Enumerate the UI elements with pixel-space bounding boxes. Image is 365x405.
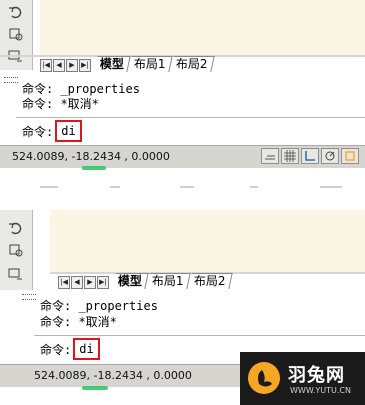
prev-tab-icon[interactable]: ◀	[71, 276, 83, 289]
command-input-row[interactable]: 命令: di	[40, 338, 100, 360]
next-tab-icon[interactable]: ▶	[66, 59, 78, 72]
zoom-realtime-icon[interactable]	[6, 26, 26, 42]
watermark-url: WWW.YUTU.CN	[290, 386, 351, 395]
watermark-name: 羽兔网	[288, 365, 345, 386]
tab-layout2[interactable]: 布局2	[187, 273, 232, 289]
command-window-grip[interactable]	[4, 77, 18, 83]
coordinate-readout: 524.0089, -18.2434 , 0.0000	[12, 150, 170, 163]
tab-layout1[interactable]: 布局1	[146, 273, 191, 289]
tab-layout1[interactable]: 布局1	[128, 56, 173, 72]
last-tab-icon[interactable]: ▶|	[79, 59, 91, 72]
coordinate-readout: 524.0089, -18.2434 , 0.0000	[34, 369, 192, 382]
command-prompt: 命令:	[40, 342, 72, 357]
command-window-grip[interactable]	[22, 294, 36, 300]
separator-noise	[40, 186, 360, 190]
first-tab-icon[interactable]: |◀	[58, 276, 70, 289]
command-input[interactable]: di	[73, 338, 100, 360]
drawing-canvas[interactable]	[50, 210, 365, 272]
tab-nav-buttons: |◀ ◀ ▶ ▶|	[58, 276, 110, 289]
command-window[interactable]: 命令: _properties 命令: *取消* 命令: di	[0, 75, 365, 145]
prev-tab-icon[interactable]: ◀	[53, 59, 65, 72]
grid-icon[interactable]	[281, 148, 299, 164]
tab-model[interactable]: 模型	[112, 273, 149, 289]
command-input-row[interactable]: 命令: di	[22, 120, 82, 142]
snap-icon[interactable]	[261, 148, 279, 164]
next-tab-icon[interactable]: ▶	[84, 276, 96, 289]
undo-icon[interactable]	[6, 220, 26, 236]
polar-icon[interactable]	[321, 148, 339, 164]
status-bar: 524.0089, -18.2434 , 0.0000	[0, 145, 365, 168]
command-history-line: 命令: *取消*	[40, 315, 117, 329]
command-history-line: 命令: _properties	[40, 299, 158, 313]
undo-icon[interactable]	[6, 4, 26, 20]
left-toolbar	[0, 210, 33, 290]
layout-tabs: |◀ ◀ ▶ ▶| 模型 布局1 布局2	[58, 272, 232, 289]
tab-model[interactable]: 模型	[94, 56, 131, 72]
command-history-line: 命令: *取消*	[22, 97, 99, 111]
layout-tabs: |◀ ◀ ▶ ▶| 模型 布局1 布局2	[40, 55, 214, 72]
first-tab-icon[interactable]: |◀	[40, 59, 52, 72]
osnap-icon[interactable]	[341, 148, 359, 164]
tab-layout2[interactable]: 布局2	[169, 56, 214, 72]
left-toolbar	[0, 0, 33, 70]
tab-nav-buttons: |◀ ◀ ▶ ▶|	[40, 59, 92, 72]
zoom-previous-icon[interactable]	[6, 266, 26, 282]
command-input[interactable]: di	[55, 120, 82, 142]
rabbit-logo-icon	[248, 362, 280, 394]
watermark-logo: 羽兔网 WWW.YUTU.CN	[240, 352, 365, 405]
last-tab-icon[interactable]: ▶|	[97, 276, 109, 289]
zoom-realtime-icon[interactable]	[6, 242, 26, 258]
command-prompt: 命令:	[22, 124, 54, 139]
autocad-window-top: |◀ ◀ ▶ ▶| 模型 布局1 布局2 命令: _properties 命令:…	[0, 0, 365, 170]
ortho-icon[interactable]	[301, 148, 319, 164]
drawing-canvas[interactable]	[40, 0, 365, 55]
